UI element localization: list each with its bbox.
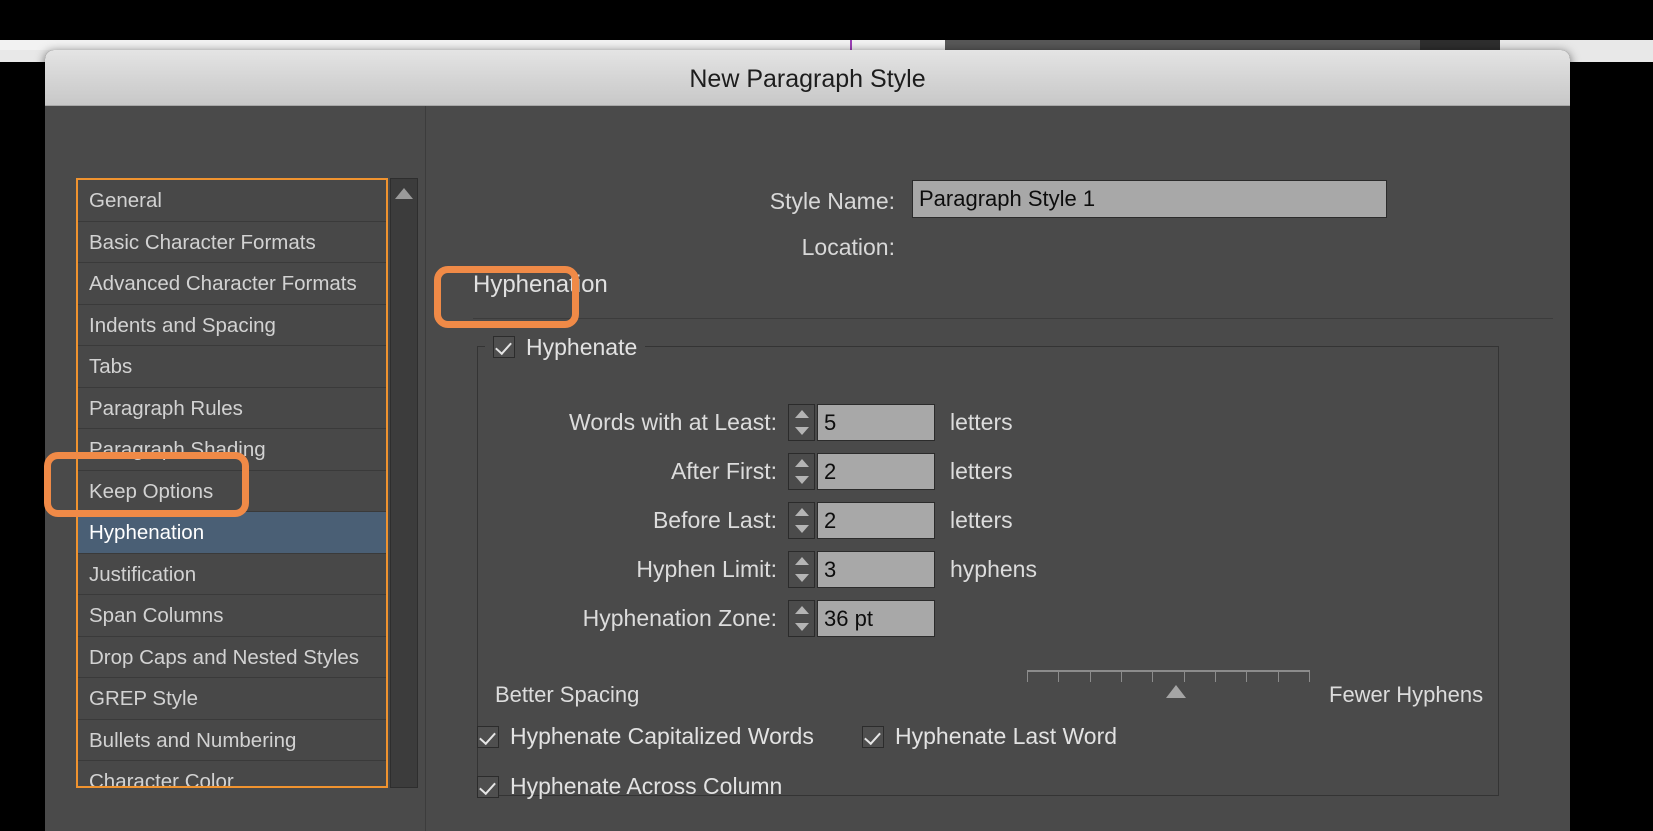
stepper-up-icon[interactable] — [794, 409, 809, 418]
sidebar-item-paragraph-rules[interactable]: Paragraph Rules — [78, 388, 386, 429]
slider-tick — [1152, 670, 1154, 682]
dialog-title: New Paragraph Style — [689, 65, 926, 93]
sidebar-item-indents-and-spacing[interactable]: Indents and Spacing — [78, 305, 386, 346]
option-checkbox[interactable] — [477, 775, 499, 798]
sidebar-item-tabs[interactable]: Tabs — [78, 346, 386, 388]
option-checkbox[interactable] — [862, 725, 884, 748]
dialog-body: General Basic Character Formats Advanced C… — [45, 106, 1570, 831]
style-name-input[interactable]: Paragraph Style 1 — [912, 180, 1387, 218]
sidebar-item-drop-caps-and-nested-styles[interactable]: Drop Caps and Nested Styles — [78, 637, 386, 678]
option-hyphenate-last-word[interactable]: Hyphenate Last Word — [862, 723, 1117, 750]
field-label: Words with at Least: — [569, 409, 777, 435]
sidebar-item-character-color[interactable]: Character Color — [78, 761, 386, 786]
stepper-up-icon[interactable] — [794, 458, 809, 467]
slider-ticks — [1027, 670, 1310, 682]
option-checkbox-label: Hyphenate Capitalized Words — [510, 723, 814, 749]
stepper-control[interactable] — [788, 453, 815, 490]
field-unit-label: hyphens — [950, 556, 1037, 582]
strip-light-segment — [0, 40, 945, 50]
section-rule — [473, 318, 1553, 319]
slider-tick — [1308, 670, 1310, 682]
stepper-control[interactable] — [788, 502, 815, 539]
sidebar-item-justification[interactable]: Justification — [78, 554, 386, 595]
slider-tick — [1246, 670, 1248, 682]
numeric-input[interactable]: 5 — [817, 404, 935, 441]
option-checkbox-label: Hyphenate Last Word — [895, 723, 1118, 749]
sidebar-item-span-columns[interactable]: Span Columns — [78, 595, 386, 637]
slider-tick — [1089, 670, 1091, 682]
sidebar-item-bullets-and-numbering[interactable]: Bullets and Numbering — [78, 720, 386, 761]
new-paragraph-style-dialog: New Paragraph Style General Basic Charact… — [45, 50, 1570, 831]
stepper-down-icon[interactable] — [794, 476, 809, 485]
field-unit-label: letters — [950, 507, 1013, 533]
pane-divider — [425, 106, 426, 831]
section-title: Hyphenation — [473, 271, 608, 298]
slider-tick — [1027, 670, 1028, 682]
style-name-label: Style Name: — [769, 188, 895, 214]
category-list[interactable]: General Basic Character Formats Advanced C… — [76, 178, 388, 788]
stepper-control[interactable] — [788, 404, 815, 441]
slider-thumb[interactable] — [1166, 685, 1186, 698]
spacing-hyphens-slider[interactable]: Better Spacing Fewer Hyphens — [477, 606, 1499, 707]
stepper-control[interactable] — [788, 551, 815, 588]
stepper-down-icon[interactable] — [794, 525, 809, 534]
sidebar-item-advanced-character-formats[interactable]: Advanced Character Formats — [78, 263, 386, 305]
stepper-up-icon[interactable] — [794, 507, 809, 516]
strip-marker — [850, 40, 852, 50]
dialog-titlebar[interactable]: New Paragraph Style — [45, 50, 1570, 106]
stepper-up-icon[interactable] — [794, 556, 809, 565]
hyphenate-checkbox-label: Hyphenate — [526, 333, 638, 360]
field-label: After First: — [670, 458, 777, 484]
slider-tick — [1058, 670, 1060, 682]
sidebar-item-grep-style[interactable]: GREP Style — [78, 678, 386, 720]
field-unit-label: letters — [950, 409, 1013, 435]
numeric-input[interactable]: 2 — [817, 453, 935, 490]
numeric-input[interactable]: 3 — [817, 551, 935, 588]
slider-tick — [1120, 670, 1122, 682]
slider-label-left: Better Spacing — [495, 682, 640, 707]
scroll-up-arrow-icon[interactable] — [395, 188, 413, 199]
field-row: Hyphen Limit: 3 hyphens — [477, 551, 1037, 588]
slider-tick — [1183, 670, 1185, 682]
sidebar-item-basic-character-formats[interactable]: Basic Character Formats — [78, 222, 386, 263]
stepper-down-icon[interactable] — [794, 427, 809, 436]
strip-darker-segment — [1420, 40, 1500, 50]
sidebar-item-keep-options[interactable]: Keep Options — [78, 471, 386, 512]
option-hyphenate-capitalized-words[interactable]: Hyphenate Capitalized Words — [477, 723, 814, 750]
hyphenate-checkbox[interactable] — [493, 336, 515, 358]
strip-dark-segment — [945, 40, 1440, 50]
option-checkbox[interactable] — [477, 725, 499, 748]
field-label: Before Last: — [652, 507, 777, 533]
field-row: Words with at Least: 5 letters — [477, 404, 1013, 441]
stepper-down-icon[interactable] — [794, 574, 809, 583]
field-unit-label: letters — [950, 458, 1013, 484]
sidebar-item-paragraph-shading[interactable]: Paragraph Shading — [78, 429, 386, 471]
slider-tick — [1214, 670, 1216, 682]
sidebar-item-hyphenation[interactable]: Hyphenation — [78, 512, 386, 554]
screenshot-root: New Paragraph Style General Basic Charact… — [0, 0, 1653, 831]
field-row: After First: 2 letters — [477, 453, 1013, 490]
option-hyphenate-across-column[interactable]: Hyphenate Across Column — [477, 773, 782, 800]
category-list-scrollbar[interactable] — [390, 178, 418, 788]
slider-label-right: Fewer Hyphens — [1329, 682, 1484, 707]
settings-pane: Style Name: Paragraph Style 1 Location: … — [425, 106, 1570, 831]
hyphenate-toggle[interactable]: Hyphenate — [485, 331, 646, 363]
sidebar-item-general[interactable]: General — [78, 180, 386, 222]
option-checkbox-label: Hyphenate Across Column — [510, 773, 783, 799]
slider-tick — [1277, 670, 1279, 682]
field-row: Before Last: 2 letters — [477, 502, 1013, 539]
field-label: Hyphen Limit: — [636, 556, 777, 582]
location-label: Location: — [801, 234, 895, 260]
numeric-input[interactable]: 2 — [817, 502, 935, 539]
